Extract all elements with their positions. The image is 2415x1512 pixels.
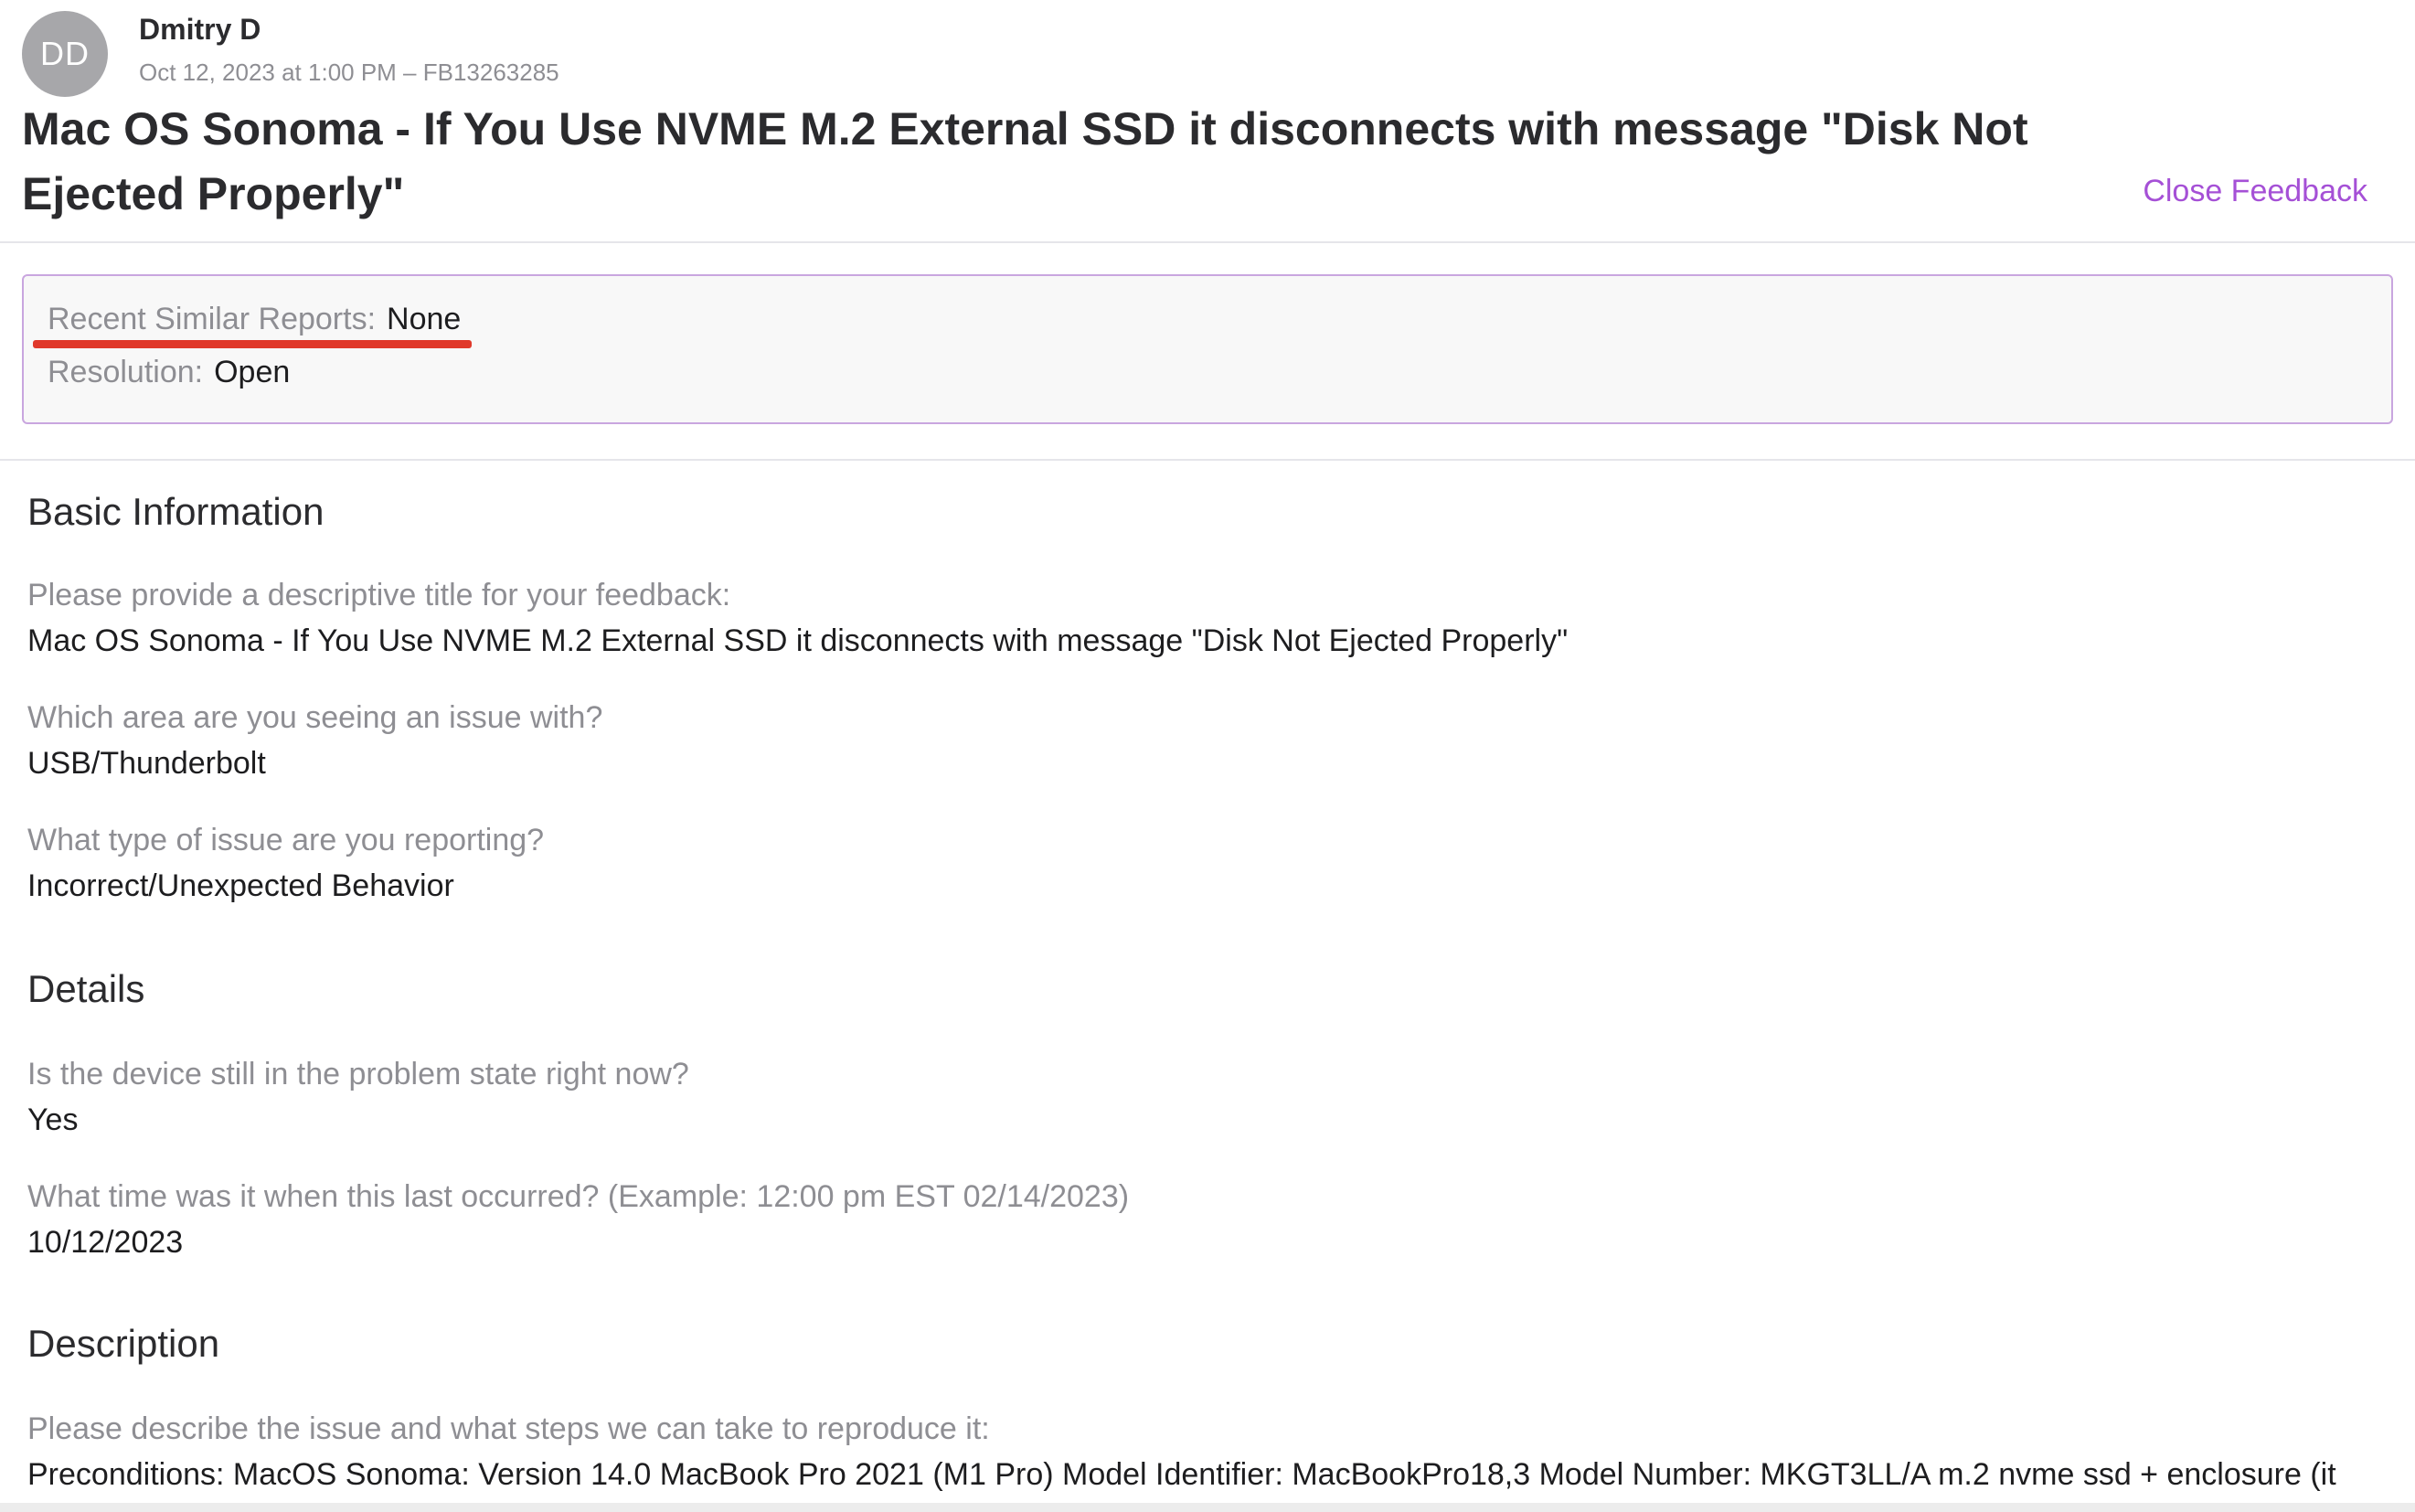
answer-last-occurred: 10/12/2023 xyxy=(27,1225,184,1260)
avatar: DD xyxy=(22,11,108,97)
scroll-edge xyxy=(0,1503,2415,1512)
question-area: Which area are you seeing an issue with? xyxy=(27,700,603,735)
section-heading-details: Details xyxy=(27,967,145,1010)
resolution-value: Open xyxy=(214,355,291,389)
close-feedback-link[interactable]: Close Feedback xyxy=(2143,174,2367,209)
section-heading-basic: Basic Information xyxy=(27,490,324,533)
answer-area: USB/Thunderbolt xyxy=(27,746,266,781)
resolution-row: Resolution: Open xyxy=(48,355,290,390)
question-description: Please describe the issue and what steps… xyxy=(27,1411,990,1446)
feedback-meta: Oct 12, 2023 at 1:00 PM – FB13263285 xyxy=(139,59,559,86)
answer-issue-type: Incorrect/Unexpected Behavior xyxy=(27,868,454,903)
similar-reports-value: None xyxy=(387,302,462,336)
answer-description: Preconditions: MacOS Sonoma: Version 14.… xyxy=(27,1457,2336,1492)
question-last-occurred: What time was it when this last occurred… xyxy=(27,1179,1130,1214)
answer-problem-state: Yes xyxy=(27,1102,79,1137)
similar-reports-row: Recent Similar Reports: None xyxy=(48,302,461,337)
annotation-underline xyxy=(33,340,472,348)
question-title: Please provide a descriptive title for y… xyxy=(27,578,731,612)
status-summary: Recent Similar Reports: None Resolution: O… xyxy=(22,274,2393,424)
question-problem-state: Is the device still in the problem state… xyxy=(27,1057,689,1091)
section-heading-description: Description xyxy=(27,1322,220,1365)
page-title: Mac OS Sonoma - If You Use NVME M.2 Exte… xyxy=(22,103,2028,219)
author-name: Dmitry D xyxy=(139,13,261,46)
feedback-page: DD Dmitry D Oct 12, 2023 at 1:00 PM – FB… xyxy=(0,0,2415,1512)
question-issue-type: What type of issue are you reporting? xyxy=(27,823,545,857)
feedback-header: DD Dmitry D Oct 12, 2023 at 1:00 PM – FB… xyxy=(0,0,2415,243)
similar-reports-label: Recent Similar Reports: xyxy=(48,302,377,336)
resolution-label: Resolution: xyxy=(48,355,204,389)
divider xyxy=(0,459,2415,461)
answer-title: Mac OS Sonoma - If You Use NVME M.2 Exte… xyxy=(27,623,1569,658)
